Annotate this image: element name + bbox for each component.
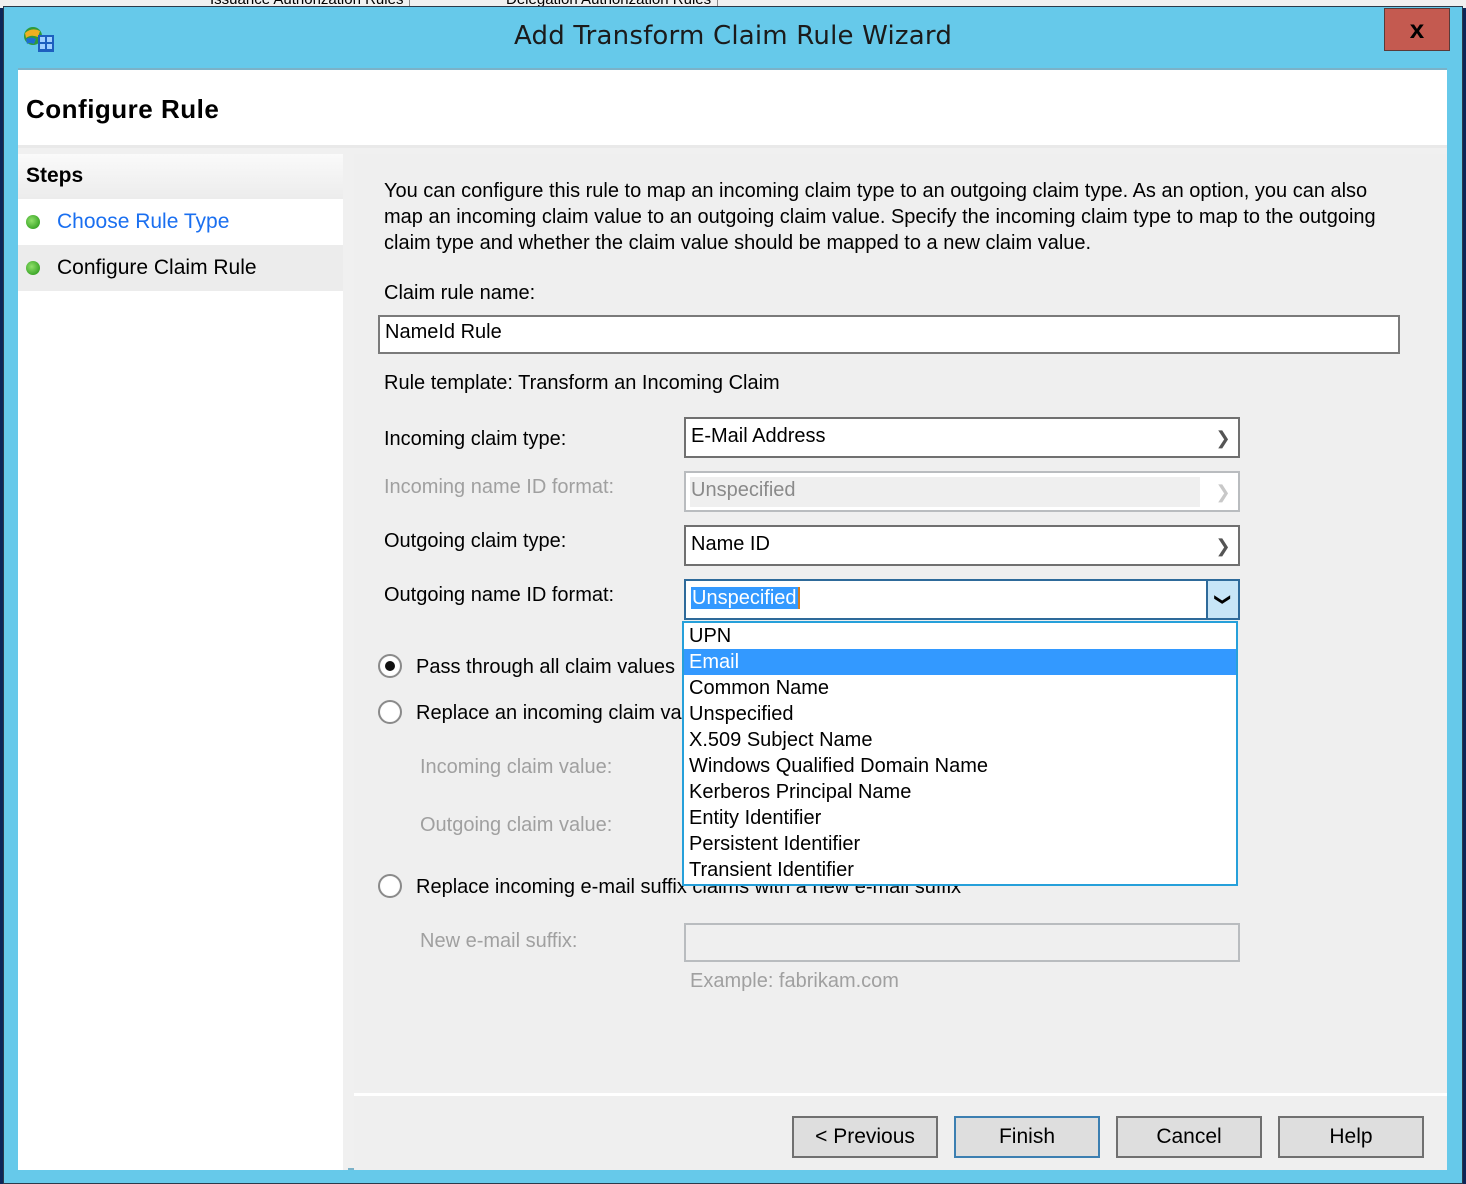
incoming-claim-value-label: Incoming claim value: xyxy=(420,756,613,778)
step-label: Configure Claim Rule xyxy=(57,256,257,279)
steps-panel: Steps Choose Rule Type Configure Claim R… xyxy=(18,154,348,1170)
dropdown-option[interactable]: Persistent Identifier xyxy=(684,831,1236,857)
dropdown-toggle-button[interactable]: ❯ xyxy=(1206,581,1238,618)
page-title: Configure Rule xyxy=(26,94,220,124)
window-title: Add Transform Claim Rule Wizard xyxy=(513,21,953,51)
outgoing-name-id-format-label: Outgoing name ID format: xyxy=(384,584,615,606)
claim-rule-name-input[interactable]: NameId Rule xyxy=(378,315,1400,354)
outgoing-name-id-format-dropdown[interactable]: UPN Email Common Name Unspecified X.509 Subj… xyxy=(682,621,1238,886)
claim-rule-name-value: NameId Rule xyxy=(385,321,502,343)
step-complete-icon xyxy=(26,215,40,229)
outgoing-claim-type-value: Name ID xyxy=(691,533,770,555)
dropdown-option[interactable]: X.509 Subject Name xyxy=(684,727,1236,753)
wizard-client-area: Configure Rule Steps Choose Rule Type Co… xyxy=(18,68,1447,1170)
dropdown-option[interactable]: Transient Identifier xyxy=(684,857,1236,883)
wizard-window: Add Transform Claim Rule Wizard x Config… xyxy=(3,6,1463,1184)
new-suffix-label: New e-mail suffix: xyxy=(420,930,578,952)
chevron-down-icon: ❯ xyxy=(1215,482,1231,502)
steps-title: Steps xyxy=(18,154,343,199)
dropdown-option[interactable]: Entity Identifier xyxy=(684,805,1236,831)
outgoing-claim-value-label: Outgoing claim value: xyxy=(420,814,613,836)
cancel-button[interactable]: Cancel xyxy=(1116,1116,1262,1158)
outgoing-name-id-format-value[interactable]: Unspecified xyxy=(691,587,800,609)
radio-pass-through[interactable] xyxy=(378,654,402,678)
dropdown-option[interactable]: Kerberos Principal Name xyxy=(684,779,1236,805)
dropdown-option[interactable]: Email xyxy=(684,649,1236,675)
outgoing-name-id-format-select[interactable]: Unspecified ❯ xyxy=(684,579,1240,620)
dropdown-option[interactable]: Windows Qualified Domain Name xyxy=(684,753,1236,779)
claim-rule-name-label: Claim rule name: xyxy=(384,282,536,304)
rule-description: You can configure this rule to map an in… xyxy=(384,180,1376,254)
incoming-name-id-format-select: Unspecified ❯ xyxy=(684,471,1240,512)
radio-replace-value[interactable] xyxy=(378,700,402,724)
radio-replace-value-label[interactable]: Replace an incoming claim value with a d… xyxy=(416,702,684,725)
step-complete-icon xyxy=(26,261,40,275)
radio-pass-through-label[interactable]: Pass through all claim values xyxy=(416,656,675,679)
chevron-down-icon: ❯ xyxy=(1215,428,1231,448)
suffix-example: Example: fabrikam.com xyxy=(690,970,899,992)
new-suffix-input xyxy=(684,923,1240,962)
incoming-claim-type-value: E-Mail Address xyxy=(691,425,826,447)
close-icon: x xyxy=(1409,14,1425,44)
step-choose-rule-type[interactable]: Choose Rule Type xyxy=(18,199,343,245)
dropdown-option[interactable]: Common Name xyxy=(684,675,1236,701)
chevron-down-icon: ❯ xyxy=(1215,536,1231,556)
incoming-claim-type-label: Incoming claim type: xyxy=(384,428,567,450)
wizard-footer: < Previous Finish Cancel Help xyxy=(354,1093,1447,1170)
incoming-claim-type-select[interactable]: E-Mail Address ❯ xyxy=(684,417,1240,458)
previous-button[interactable]: < Previous xyxy=(792,1116,938,1158)
dropdown-option[interactable]: Unspecified xyxy=(684,701,1236,727)
step-configure-claim-rule: Configure Claim Rule xyxy=(18,245,343,291)
outgoing-claim-type-label: Outgoing claim type: xyxy=(384,530,567,552)
rule-template-text: Rule template: Transform an Incoming Cla… xyxy=(384,372,780,394)
incoming-name-id-format-value: Unspecified xyxy=(691,479,796,501)
radio-replace-suffix[interactable] xyxy=(378,874,402,898)
outgoing-claim-type-select[interactable]: Name ID ❯ xyxy=(684,525,1240,566)
close-button[interactable]: x xyxy=(1384,8,1450,51)
help-button[interactable]: Help xyxy=(1278,1116,1424,1158)
dropdown-option[interactable]: UPN xyxy=(684,623,1236,649)
incoming-name-id-format-label: Incoming name ID format: xyxy=(384,476,615,498)
step-label[interactable]: Choose Rule Type xyxy=(57,210,229,234)
page-header: Configure Rule xyxy=(18,70,1447,148)
finish-button[interactable]: Finish xyxy=(954,1116,1100,1158)
chevron-down-icon: ❯ xyxy=(1214,592,1232,607)
